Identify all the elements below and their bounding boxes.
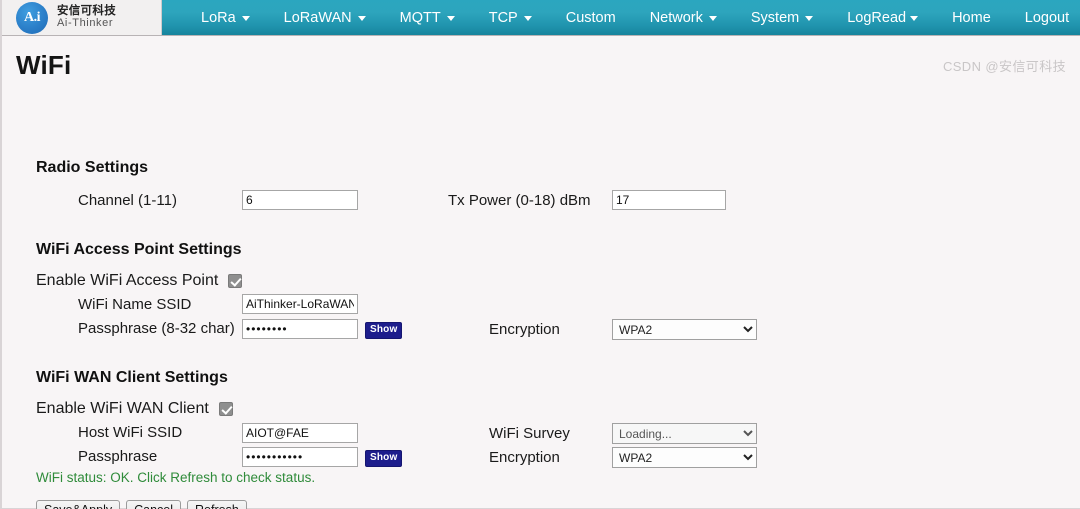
nav-item-logout[interactable]: Logout — [1008, 0, 1080, 36]
ap-ssid-input[interactable] — [242, 294, 358, 314]
ap-passphrase-input[interactable] — [242, 319, 358, 339]
page-root: A.i 安信可科技 Ai-Thinker LoRa LoRaWAN MQTT T… — [0, 0, 1080, 509]
wan-passphrase-input[interactable] — [242, 447, 358, 467]
nav-label: System — [750, 9, 800, 26]
radio-settings-heading: Radio Settings — [36, 159, 149, 176]
ap-ssid-row: WiFi Name SSID — [78, 296, 191, 313]
nav-item-logread[interactable]: LogRead — [830, 0, 935, 36]
ap-passphrase-label: Passphrase (8-32 char) — [78, 320, 235, 337]
wan-ssid-input[interactable] — [242, 423, 358, 443]
nav-item-lorawan[interactable]: LoRaWAN — [267, 0, 383, 36]
wan-encryption-row: Encryption — [489, 449, 560, 466]
nav-items: LoRa LoRaWAN MQTT TCP Custom Network Sys… — [162, 0, 1080, 35]
chevron-down-icon — [805, 16, 814, 21]
nav-label: Custom — [565, 9, 616, 26]
nav-item-system[interactable]: System — [734, 0, 830, 36]
tx-power-input[interactable] — [612, 190, 726, 210]
watermark: CSDN @安信可科技 — [942, 59, 1066, 74]
chevron-down-icon — [708, 16, 717, 21]
channel-row: Channel (1-11) — [78, 192, 177, 209]
nav-label: Network — [649, 9, 703, 26]
chevron-down-icon — [910, 16, 919, 21]
nav-item-network[interactable]: Network — [633, 0, 734, 36]
wan-passphrase-label: Passphrase — [78, 448, 158, 465]
wan-ssid-label: Host WiFi SSID — [78, 424, 183, 441]
ap-passphrase-row: Passphrase (8-32 char) — [78, 320, 235, 337]
enable-wan-row: Enable WiFi WAN Client — [36, 400, 233, 418]
enable-wan-checkbox[interactable] — [218, 402, 233, 416]
chevron-down-icon — [523, 16, 532, 21]
wifi-survey-label: WiFi Survey — [489, 425, 570, 442]
wan-settings-heading: WiFi WAN Client Settings — [36, 369, 228, 386]
wan-encryption-select[interactable]: WPA2 — [612, 447, 757, 468]
logo-text: A.i — [24, 9, 41, 25]
nav-label: Logout — [1024, 9, 1070, 26]
nav-label: LoRaWAN — [283, 9, 352, 26]
tx-power-row: Tx Power (0-18) dBm — [448, 192, 591, 209]
main-content: WiFi Radio Settings Channel (1-11) Tx Po… — [2, 50, 1080, 509]
tx-power-label: Tx Power (0-18) dBm — [448, 192, 591, 209]
channel-input[interactable] — [242, 190, 358, 210]
wan-passphrase-show-button[interactable]: Show — [365, 450, 403, 467]
nav-item-tcp[interactable]: TCP — [472, 0, 549, 36]
chevron-down-icon — [446, 16, 455, 21]
brand-name-en: Ai-Thinker — [57, 17, 114, 30]
channel-label: Channel (1-11) — [78, 192, 177, 209]
enable-ap-row: Enable WiFi Access Point — [36, 272, 243, 290]
wan-ssid-row: Host WiFi SSID — [78, 424, 182, 441]
chevron-down-icon — [241, 16, 250, 21]
ap-passphrase-show-button[interactable]: Show — [365, 322, 403, 339]
nav-item-home[interactable]: Home — [935, 0, 1008, 36]
nav-item-lora[interactable]: LoRa — [184, 0, 267, 36]
ap-encryption-row: Encryption — [489, 321, 560, 338]
nav-item-custom[interactable]: Custom — [549, 0, 633, 36]
brand-name-cn: 安信可科技 — [57, 4, 116, 17]
wifi-survey-select[interactable]: Loading... — [612, 423, 757, 444]
action-button-bar: Save&Apply Cancel Refresh — [36, 500, 247, 509]
refresh-button[interactable]: Refresh — [187, 500, 247, 509]
ap-encryption-label: Encryption — [489, 321, 560, 338]
save-apply-button[interactable]: Save&Apply — [36, 500, 121, 509]
nav-label: LoRa — [201, 9, 236, 26]
ai-thinker-logo-icon: A.i — [16, 1, 48, 34]
wan-encryption-label: Encryption — [489, 449, 560, 466]
enable-ap-checkbox[interactable] — [228, 274, 243, 288]
cancel-button[interactable]: Cancel — [126, 500, 182, 509]
nav-item-mqtt[interactable]: MQTT — [383, 0, 472, 36]
page-title: WiFi — [16, 50, 72, 80]
chevron-down-icon — [357, 16, 366, 21]
ap-settings-heading: WiFi Access Point Settings — [36, 241, 242, 258]
ap-ssid-label: WiFi Name SSID — [78, 296, 192, 313]
nav-label: LogRead — [847, 9, 907, 26]
brand-text: 安信可科技 Ai-Thinker — [57, 5, 116, 30]
enable-wan-label: Enable WiFi WAN Client — [36, 400, 209, 417]
nav-label: MQTT — [399, 9, 441, 26]
nav-label: Home — [952, 9, 991, 26]
ap-encryption-select[interactable]: WPA2 — [612, 319, 757, 340]
enable-ap-label: Enable WiFi Access Point — [36, 272, 219, 289]
wan-passphrase-row: Passphrase — [78, 448, 157, 465]
top-navbar: A.i 安信可科技 Ai-Thinker LoRa LoRaWAN MQTT T… — [2, 0, 1080, 36]
brand-logo-area[interactable]: A.i 安信可科技 Ai-Thinker — [2, 0, 162, 35]
wifi-status-text: WiFi status: OK. Click Refresh to check … — [36, 470, 316, 485]
wifi-survey-row: WiFi Survey — [489, 425, 570, 442]
nav-label: TCP — [488, 9, 518, 26]
